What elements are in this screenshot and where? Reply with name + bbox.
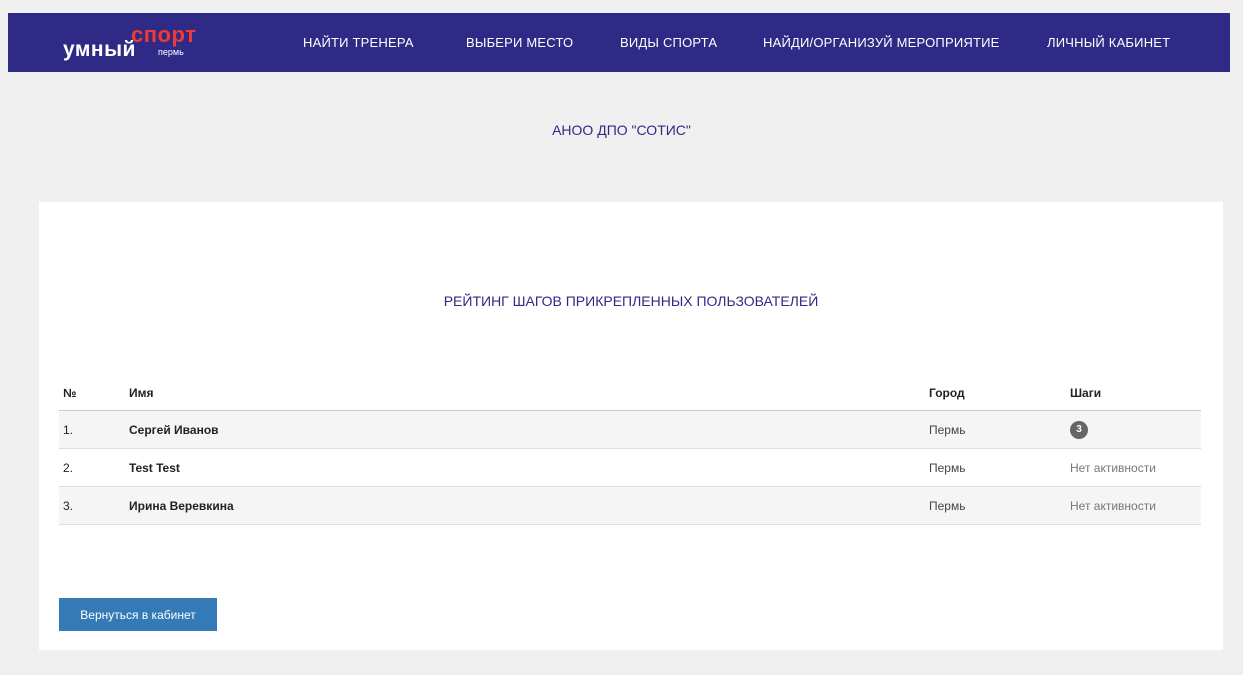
- nav-find-organize-event[interactable]: НАЙДИ/ОРГАНИЗУЙ МЕРОПРИЯТИЕ: [763, 35, 1000, 50]
- row-steps: Нет активности: [1070, 460, 1156, 475]
- column-header-num: №: [63, 386, 77, 400]
- row-number: 3.: [63, 498, 74, 513]
- back-to-account-button[interactable]: Вернуться в кабинет: [59, 598, 217, 631]
- nav-find-trainer[interactable]: НАЙТИ ТРЕНЕРА: [303, 35, 414, 50]
- logo-word-sport: спорт: [131, 22, 197, 47]
- table-row: 1. Сергей Иванов Пермь 3: [59, 411, 1201, 449]
- row-city: Пермь: [929, 422, 966, 437]
- row-city: Пермь: [929, 498, 966, 513]
- top-navigation-bar: умный спорт пермь НАЙТИ ТРЕНЕРА ВЫБЕРИ М…: [8, 13, 1230, 72]
- column-header-city: Город: [929, 386, 965, 400]
- rating-table: № Имя Город Шаги 1. Сергей Иванов Пермь …: [59, 376, 1201, 525]
- row-user-name: Сергей Иванов: [129, 422, 219, 437]
- rating-title: РЕЙТИНГ ШАГОВ ПРИКРЕПЛЕННЫХ ПОЛЬЗОВАТЕЛЕ…: [443, 293, 819, 309]
- row-city: Пермь: [929, 460, 966, 475]
- row-user-name: Ирина Веревкина: [129, 498, 234, 513]
- column-header-steps: Шаги: [1070, 386, 1102, 400]
- row-user-name: Test Test: [129, 460, 180, 475]
- organization-title: АНОО ДПО "СОТИС": [552, 122, 691, 138]
- logo-city: пермь: [158, 47, 184, 57]
- nav-personal-account[interactable]: ЛИЧНЫЙ КАБИНЕТ: [1047, 35, 1170, 50]
- row-steps: Нет активности: [1070, 498, 1156, 513]
- row-number: 2.: [63, 460, 74, 475]
- logo[interactable]: умный спорт пермь: [63, 19, 213, 67]
- rating-panel: РЕЙТИНГ ШАГОВ ПРИКРЕПЛЕННЫХ ПОЛЬЗОВАТЕЛЕ…: [39, 202, 1223, 650]
- table-row: 2. Test Test Пермь Нет активности: [59, 449, 1201, 487]
- row-steps: 3: [1070, 420, 1088, 439]
- steps-count-badge: 3: [1070, 420, 1088, 439]
- logo-word-umny: умный: [63, 38, 136, 61]
- row-number: 1.: [63, 422, 74, 437]
- nav-choose-place[interactable]: ВЫБЕРИ МЕСТО: [466, 35, 573, 50]
- table-row: 3. Ирина Веревкина Пермь Нет активности: [59, 487, 1201, 525]
- column-header-name: Имя: [129, 386, 154, 400]
- table-header-row: № Имя Город Шаги: [59, 376, 1201, 411]
- nav-sport-types[interactable]: ВИДЫ СПОРТА: [620, 35, 717, 50]
